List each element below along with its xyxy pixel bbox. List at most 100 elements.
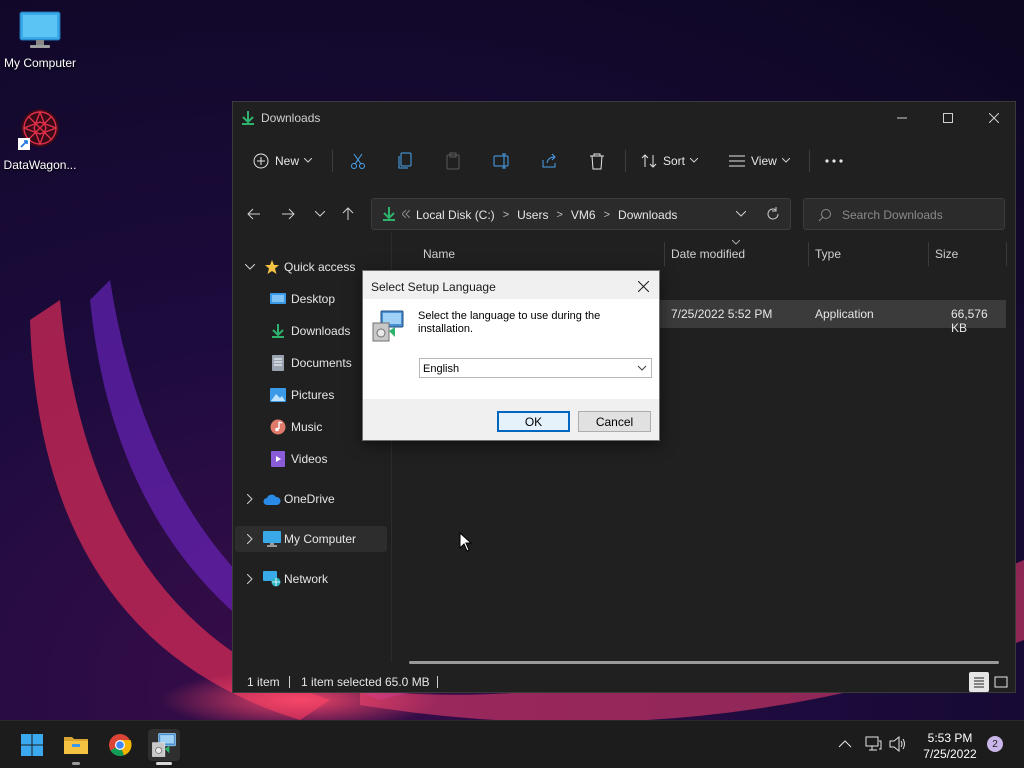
recent-locations-button[interactable]: [309, 204, 331, 224]
picture-icon: [269, 386, 287, 404]
file-explorer-taskbar-button[interactable]: [60, 729, 92, 765]
search-box[interactable]: [803, 198, 1005, 230]
toolbar-divider: [625, 150, 626, 172]
notification-count-badge[interactable]: 2: [987, 736, 1003, 752]
chevron-down-icon[interactable]: [736, 211, 746, 217]
details-view-button[interactable]: [969, 672, 989, 692]
minimize-button[interactable]: [879, 106, 925, 130]
item-count: 1 item: [247, 675, 280, 689]
back-button[interactable]: [243, 204, 265, 224]
dialog-message: Select the language to use during the in…: [418, 310, 601, 335]
setup-taskbar-button[interactable]: [148, 729, 180, 765]
language-select-value: English: [423, 363, 460, 375]
breadcrumb-local-disk[interactable]: Local Disk (C:): [416, 208, 495, 222]
clock-date: 7/25/2022: [923, 747, 977, 761]
column-divider[interactable]: [928, 242, 929, 266]
close-window-button[interactable]: [971, 106, 1017, 130]
ok-button[interactable]: OK: [497, 411, 570, 432]
chevron-down-icon[interactable]: [243, 260, 257, 274]
cell-size: 66,576 KB: [951, 307, 988, 335]
start-button[interactable]: [16, 729, 48, 761]
close-icon: [989, 113, 999, 123]
selected-count: 1 item selected: [301, 675, 382, 689]
download-arrow-icon: [242, 111, 254, 125]
desktop-icon-my-computer[interactable]: My Computer: [0, 10, 80, 70]
desktop-icon-datawagon[interactable]: DataWagon...: [0, 106, 80, 172]
see-more-button[interactable]: [825, 148, 843, 174]
address-bar[interactable]: Local Disk (C:) > Users > VM6 > Download…: [371, 198, 791, 230]
forward-button[interactable]: [277, 204, 299, 224]
new-label: New: [275, 154, 300, 168]
rename-button[interactable]: [493, 148, 511, 174]
view-button[interactable]: View: [729, 148, 790, 174]
volume-icon[interactable]: [888, 735, 908, 753]
chevron-down-icon: [781, 158, 790, 163]
breadcrumb-vm6[interactable]: VM6: [571, 208, 596, 222]
column-header-type[interactable]: Type: [815, 242, 841, 266]
chrome-taskbar-button[interactable]: [104, 729, 136, 761]
desktop-folder-icon: [269, 290, 287, 308]
dialog-close-button[interactable]: [633, 277, 653, 295]
new-button[interactable]: New: [253, 148, 313, 174]
horizontal-scrollbar[interactable]: [409, 661, 999, 664]
column-header-name[interactable]: Name: [423, 242, 455, 266]
chevron-right-icon[interactable]: [243, 572, 257, 586]
cell-date-modified: 7/25/2022 5:52 PM: [671, 307, 773, 321]
column-divider[interactable]: [1006, 242, 1007, 266]
column-divider[interactable]: [808, 242, 809, 266]
nav-label: Network: [284, 572, 329, 586]
title-bar[interactable]: Downloads: [233, 102, 1015, 134]
refresh-icon[interactable]: [766, 207, 780, 221]
chrome-browser-icon: [109, 734, 132, 756]
system-clock[interactable]: 5:53 PM 7/25/2022: [912, 730, 988, 762]
document-icon: [269, 354, 287, 372]
more-dots-icon: [825, 159, 843, 163]
breadcrumb-separator: >: [603, 209, 611, 221]
scissors-icon: [351, 153, 365, 169]
navigation-row: Local Disk (C:) > Users > VM6 > Download…: [233, 196, 1015, 232]
nav-my-computer[interactable]: My Computer: [235, 526, 387, 552]
nav-label: OneDrive: [284, 492, 335, 506]
column-divider[interactable]: [664, 242, 665, 266]
nav-onedrive[interactable]: OneDrive: [235, 486, 387, 512]
large-icons-view-button[interactable]: [991, 672, 1011, 692]
chevron-up-icon[interactable]: [838, 739, 852, 749]
network-status-icon[interactable]: [864, 735, 882, 753]
language-select[interactable]: English: [419, 358, 652, 378]
delete-button[interactable]: [589, 148, 605, 174]
tiles-view-icon: [994, 676, 1008, 688]
chevron-down-icon: [304, 158, 313, 163]
sort-button[interactable]: Sort: [641, 148, 699, 174]
taskbar: 5:53 PM 7/25/2022: [0, 720, 1024, 768]
column-header-size[interactable]: Size: [935, 242, 958, 266]
video-icon: [269, 450, 287, 468]
nav-network[interactable]: Network: [235, 566, 387, 592]
cancel-button[interactable]: Cancel: [578, 411, 651, 432]
breadcrumb: Local Disk (C:) > Users > VM6 > Download…: [416, 208, 677, 222]
chevron-right-icon[interactable]: [243, 492, 257, 506]
mouse-cursor-icon: [459, 532, 473, 552]
share-button[interactable]: [541, 148, 559, 174]
network-icon: [263, 570, 281, 588]
dialog-title: Select Setup Language: [371, 280, 496, 294]
breadcrumb-users[interactable]: Users: [517, 208, 548, 222]
arrow-up-icon: [342, 207, 354, 220]
column-header-date[interactable]: Date modified: [671, 242, 745, 266]
copy-button[interactable]: [397, 148, 413, 174]
paste-button[interactable]: [445, 148, 461, 174]
search-input[interactable]: [842, 206, 992, 224]
up-button[interactable]: [337, 204, 359, 224]
cut-button[interactable]: [349, 148, 367, 174]
folder-icon: [64, 737, 88, 754]
sort-indicator-icon: [732, 240, 740, 245]
windows-logo-icon: [21, 734, 43, 756]
nav-label: Downloads: [291, 324, 351, 338]
nav-videos[interactable]: Videos: [235, 446, 387, 472]
breadcrumb-separator: >: [556, 209, 563, 221]
maximize-button[interactable]: [925, 106, 971, 130]
chevron-right-icon[interactable]: [243, 532, 257, 546]
breadcrumb-downloads[interactable]: Downloads: [618, 208, 677, 222]
chevron-down-icon: [315, 211, 325, 217]
music-icon: [269, 418, 287, 436]
monitor-icon: [19, 11, 61, 48]
